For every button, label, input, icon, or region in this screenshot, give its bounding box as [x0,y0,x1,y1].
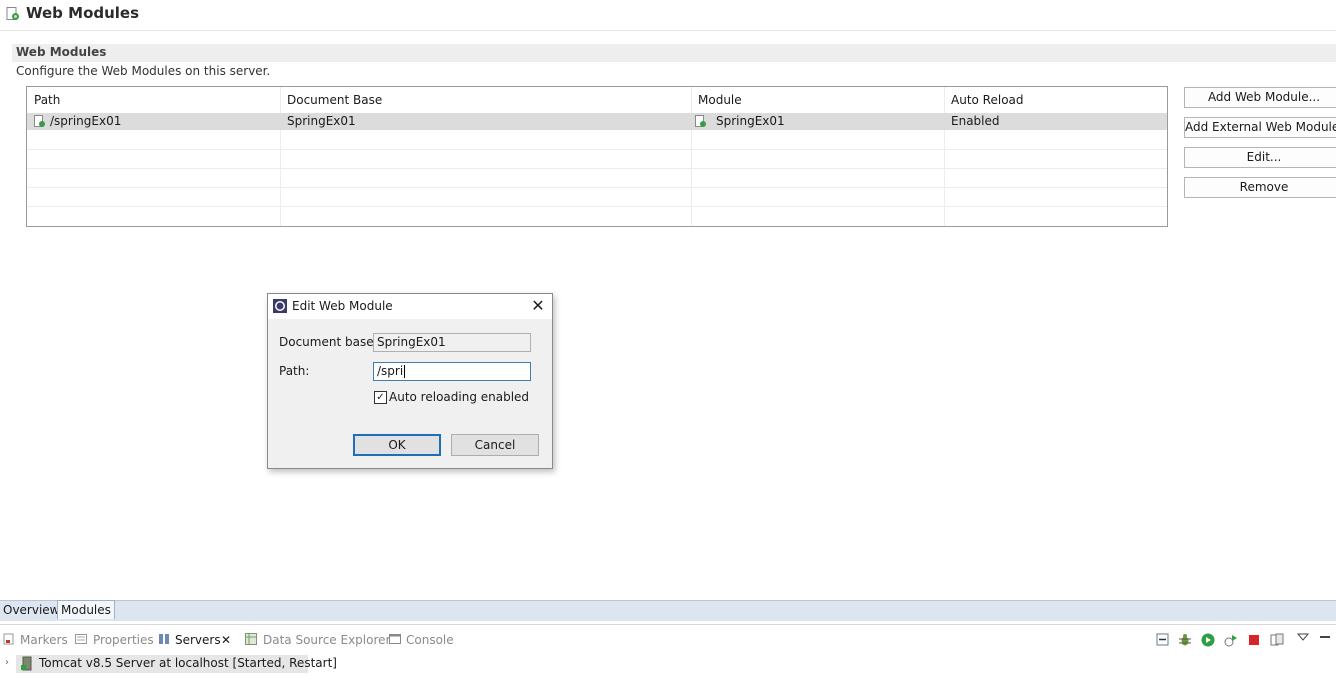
path-input-value: /spri [377,364,404,378]
column-header-document-base[interactable]: Document Base [287,93,382,107]
tab-markers[interactable]: Markers [20,633,68,647]
cell-module: SpringEx01 [716,114,785,128]
section-title: Web Modules [16,45,107,59]
cell-path: /springEx01 [50,114,122,128]
debug-icon[interactable] [1178,633,1192,647]
section-description: Configure the Web Modules on this server… [16,64,271,78]
markers-icon [3,633,14,645]
row-divider [27,206,1167,207]
column-header-auto-reload[interactable]: Auto Reload [951,93,1024,107]
web-module-icon [34,115,45,127]
views-divider [0,624,1336,625]
close-icon[interactable]: ✕ [530,297,546,315]
remove-button[interactable]: Remove [1184,177,1336,198]
web-modules-table[interactable]: Path Document Base Module Auto Reload /s… [26,86,1168,227]
collapse-all-icon[interactable] [1156,633,1169,646]
document-base-field: SpringEx01 [373,333,531,352]
tab-servers[interactable]: Servers [175,633,221,647]
add-external-web-module-button[interactable]: Add External Web Module... [1184,117,1336,138]
servers-icon [159,634,169,644]
document-base-label: Document base: [279,335,378,349]
add-web-module-button[interactable]: Add Web Module... [1184,87,1336,108]
tomcat-server-icon [21,656,32,671]
cancel-button[interactable]: Cancel [451,434,539,456]
profile-icon[interactable] [1224,633,1238,647]
cell-auto-reload: Enabled [951,114,1000,128]
path-label: Path: [279,364,310,378]
publish-icon[interactable] [1270,633,1284,647]
view-menu-icon[interactable] [1297,632,1309,642]
eclipse-icon [273,299,287,313]
data-source-explorer-icon [245,633,257,645]
properties-icon [75,634,87,644]
page-title: Web Modules [26,4,140,22]
path-input[interactable]: /spri [373,362,531,381]
auto-reload-label[interactable]: Auto reloading enabled [389,390,529,404]
text-caret [404,365,406,378]
row-divider [27,168,1167,169]
section-header-bar [12,44,1336,62]
stop-icon[interactable] [1248,634,1260,646]
minimize-icon[interactable] [1320,636,1330,638]
expand-arrow-icon[interactable]: › [5,657,9,668]
tab-modules[interactable]: Modules [57,600,115,619]
tab-console[interactable]: Console [406,633,454,647]
close-icon[interactable]: ✕ [221,633,231,647]
run-icon[interactable] [1201,633,1215,647]
column-header-module[interactable]: Module [698,93,742,107]
row-divider [27,187,1167,188]
tab-properties[interactable]: Properties [93,633,154,647]
ok-button[interactable]: OK [353,434,441,456]
web-module-icon [695,115,706,127]
editor-tab-bar [0,600,1336,621]
row-divider [27,149,1167,150]
tab-data-source-explorer[interactable]: Data Source Explorer [263,633,390,647]
auto-reload-checkbox[interactable]: ✓ [374,391,387,404]
column-header-path[interactable]: Path [34,93,60,107]
header-divider [0,30,1336,31]
document-base-value: SpringEx01 [377,335,446,349]
console-icon [389,634,401,644]
dialog-title: Edit Web Module [292,299,393,313]
edit-button[interactable]: Edit... [1184,147,1336,168]
edit-web-module-dialog: Edit Web Module ✕ Document base: SpringE… [267,293,553,469]
cell-document-base: SpringEx01 [287,114,356,128]
server-tree-item-label: Tomcat v8.5 Server at localhost [Started… [39,656,337,670]
tab-overview[interactable]: Overview [0,601,63,619]
web-module-icon [6,7,19,20]
